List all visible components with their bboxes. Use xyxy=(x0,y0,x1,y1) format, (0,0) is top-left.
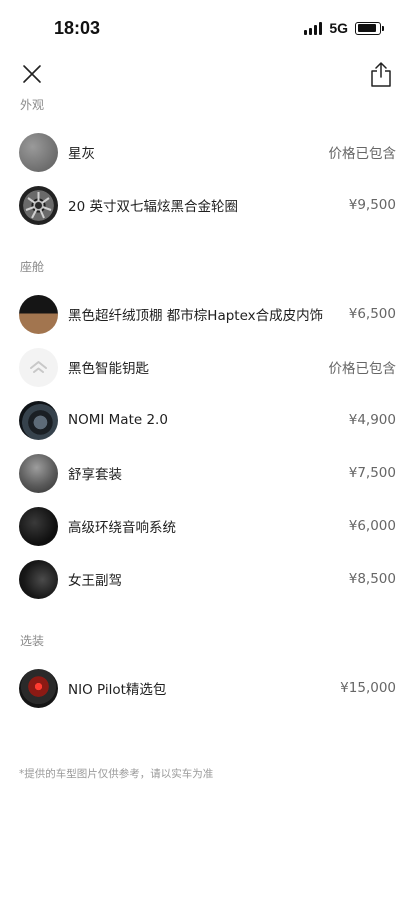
item-name: 黑色超纤绒顶棚 都市棕Haptex合成皮内饰 xyxy=(68,308,324,324)
status-bar: 18:03 5G xyxy=(0,0,415,56)
item-price: ¥7,500 xyxy=(348,465,396,481)
list-item: 黑色智能钥匙 价格已包含 xyxy=(19,347,396,387)
item-price: 价格已包含 xyxy=(328,146,397,162)
wheel-rim-thumbnail xyxy=(19,185,58,225)
status-time: 18:03 xyxy=(54,18,101,38)
item-price: ¥8,500 xyxy=(348,571,396,587)
disclaimer-footnote: *提供的车型图片仅供参考，请以实车为准 xyxy=(19,768,214,780)
item-name: NIO Pilot精选包 xyxy=(68,682,167,698)
share-button[interactable] xyxy=(369,60,393,88)
close-button[interactable] xyxy=(20,62,44,86)
interior-swatch xyxy=(19,294,58,334)
item-name: 黑色智能钥匙 xyxy=(68,361,149,377)
list-item: 女王副驾 ¥8,500 xyxy=(19,559,396,599)
list-item: 舒享套装 ¥7,500 xyxy=(19,453,396,493)
list-item: 黑色超纤绒顶棚 都市棕Haptex合成皮内饰 ¥6,500 xyxy=(19,294,396,334)
item-price: ¥6,000 xyxy=(348,518,396,534)
nio-pilot-thumbnail xyxy=(19,668,58,708)
close-icon xyxy=(23,65,41,83)
item-name: 星灰 xyxy=(68,146,95,162)
list-item: NOMI Mate 2.0 ¥4,900 xyxy=(19,400,396,440)
list-item: 高级环绕音响系统 ¥6,000 xyxy=(19,506,396,546)
nav-bar xyxy=(0,56,415,92)
item-name: NOMI Mate 2.0 xyxy=(68,412,168,428)
item-name: 舒享套装 xyxy=(68,467,122,483)
queen-seat-thumbnail xyxy=(19,559,58,599)
status-indicators: 5G xyxy=(304,20,384,36)
item-name: 20 英寸双七辐炫黑合金轮圈 xyxy=(68,199,238,215)
item-price: ¥9,500 xyxy=(348,197,396,213)
cellular-signal-icon xyxy=(304,21,323,35)
star-gray-paint-swatch xyxy=(19,132,58,172)
list-item: 20 英寸双七辐炫黑合金轮圈 ¥9,500 xyxy=(19,185,396,225)
network-type: 5G xyxy=(329,20,348,36)
section-title-options: 选装 xyxy=(20,634,45,648)
list-item: NIO Pilot精选包 ¥15,000 xyxy=(19,668,396,708)
item-price: ¥4,900 xyxy=(348,412,396,428)
battery-icon xyxy=(355,21,384,35)
section-title-exterior: 外观 xyxy=(20,98,45,112)
item-price: 价格已包含 xyxy=(328,361,397,377)
share-icon xyxy=(371,62,391,87)
item-price: ¥6,500 xyxy=(348,306,396,322)
item-name: 高级环绕音响系统 xyxy=(68,520,176,536)
list-item: 星灰 价格已包含 xyxy=(19,132,396,172)
smart-key-thumbnail xyxy=(19,347,58,387)
item-price: ¥15,000 xyxy=(340,680,396,696)
nomi-thumbnail xyxy=(19,400,58,440)
seat-package-thumbnail xyxy=(19,453,58,493)
item-name: 女王副驾 xyxy=(68,573,122,589)
section-title-cabin: 座舱 xyxy=(20,260,45,274)
audio-system-thumbnail xyxy=(19,506,58,546)
